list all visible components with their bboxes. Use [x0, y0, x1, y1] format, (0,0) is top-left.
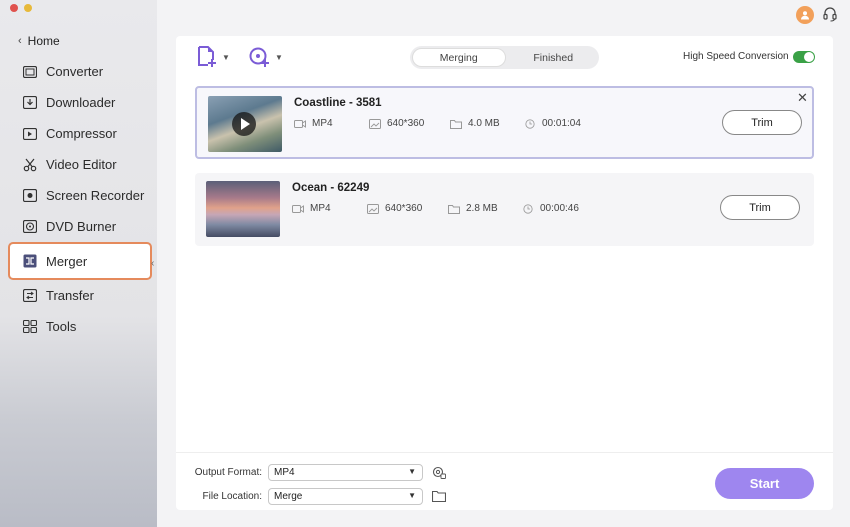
size-value: 4.0 MB [468, 118, 500, 129]
output-format-select[interactable]: MP4 ▼ [268, 464, 423, 481]
file-duration: 00:00:46 [522, 203, 579, 214]
sidebar-item-label: Screen Recorder [46, 188, 145, 203]
folder-icon [448, 204, 460, 214]
start-button[interactable]: Start [715, 468, 814, 499]
file-title: Ocean - 62249 [292, 182, 370, 194]
resolution-value: 640*360 [387, 118, 425, 129]
add-files-button[interactable]: ▼ [196, 46, 230, 68]
resolution-value: 640*360 [385, 203, 423, 214]
user-icon [801, 11, 809, 20]
sidebar-item-tools[interactable]: Tools [10, 311, 150, 342]
window-controls [10, 4, 32, 12]
transfer-icon [22, 288, 37, 303]
duration-value: 00:01:04 [542, 118, 581, 129]
sidebar-item-merger[interactable]: Merger [8, 242, 152, 280]
sidebar-item-compressor[interactable]: Compressor [10, 118, 150, 149]
sidebar-item-downloader[interactable]: Downloader [10, 87, 150, 118]
toolbar: ▼ ▼ Merging Finished High Speed Conversi… [176, 36, 833, 80]
resolution-icon [367, 203, 379, 214]
sidebar-item-label: Downloader [46, 95, 116, 110]
minimize-window-button[interactable] [24, 4, 32, 12]
tools-icon [22, 319, 37, 334]
video-thumbnail[interactable] [206, 181, 280, 237]
sidebar-item-screen-recorder[interactable]: Screen Recorder [10, 180, 150, 211]
high-speed-conversion-label: High Speed Conversion [683, 51, 789, 62]
clock-icon [525, 118, 535, 129]
chevron-down-icon: ▼ [408, 467, 416, 476]
output-format-value: MP4 [274, 467, 295, 478]
sidebar-item-label: Merger [46, 253, 88, 269]
duration-value: 00:00:46 [540, 203, 579, 214]
play-icon[interactable] [232, 112, 256, 136]
sidebar-item-transfer[interactable]: Transfer [10, 280, 150, 311]
chevron-down-icon: ▼ [408, 491, 416, 500]
merge-status-tabs: Merging Finished [410, 46, 599, 69]
file-format: MP4 [294, 118, 333, 129]
add-dvd-button[interactable]: ▼ [249, 46, 283, 68]
folder-icon [450, 119, 462, 129]
merger-panel: ▼ ▼ Merging Finished High Speed Conversi… [176, 36, 833, 510]
tab-merging[interactable]: Merging [412, 48, 506, 67]
sidebar-item-video-editor[interactable]: Video Editor [10, 149, 150, 180]
file-resolution: 640*360 [367, 203, 422, 214]
format-settings-icon[interactable] [432, 466, 446, 479]
sidebar-item-dvd-burner[interactable]: DVD Burner [10, 211, 150, 242]
sidebar-item-label: Video Editor [46, 157, 117, 172]
sidebar-item-label: Compressor [46, 126, 117, 141]
file-size: 4.0 MB [450, 118, 500, 129]
chevron-down-icon: ▼ [275, 52, 283, 62]
collapse-sidebar-icon[interactable]: ‹ [151, 258, 154, 269]
open-folder-icon[interactable] [431, 490, 447, 503]
video-editor-icon [22, 157, 37, 172]
trim-button[interactable]: Trim [720, 195, 800, 220]
format-value: MP4 [310, 203, 331, 214]
compressor-icon [22, 126, 37, 141]
close-window-button[interactable] [10, 4, 18, 12]
file-title: Coastline - 3581 [294, 97, 382, 109]
add-file-icon [198, 46, 216, 67]
high-speed-conversion-toggle[interactable] [793, 51, 815, 63]
file-format: MP4 [292, 203, 331, 214]
sidebar-item-label: Transfer [46, 288, 94, 303]
file-item[interactable]: Ocean - 62249 MP4 640*360 2.8 MB 00:00:4… [195, 173, 814, 246]
output-format-label: Output Format: [194, 467, 262, 478]
file-location-label: File Location: [202, 491, 262, 502]
screen-recorder-icon [22, 188, 37, 203]
file-duration: 00:01:04 [524, 118, 581, 129]
home-link[interactable]: ‹ Home [18, 34, 60, 48]
footer: Output Format: MP4 ▼ File Location: Merg… [176, 452, 833, 510]
trim-button[interactable]: Trim [722, 110, 802, 135]
dvd-icon [22, 219, 37, 234]
downloader-icon [22, 95, 37, 110]
format-value: MP4 [312, 118, 333, 129]
resolution-icon [369, 118, 381, 129]
file-item[interactable]: Coastline - 3581 MP4 640*360 4.0 MB 00:0… [195, 86, 814, 159]
close-icon[interactable]: ✕ [797, 90, 808, 106]
tab-finished[interactable]: Finished [508, 46, 600, 69]
file-size: 2.8 MB [448, 203, 498, 214]
file-location-select[interactable]: Merge ▼ [268, 488, 423, 505]
chevron-left-icon: ‹ [18, 35, 22, 47]
sidebar-item-converter[interactable]: Converter [10, 56, 150, 87]
merger-icon [22, 254, 37, 269]
clock-icon [523, 203, 533, 214]
home-label: Home [27, 34, 60, 48]
video-format-icon [294, 119, 306, 128]
file-location-value: Merge [274, 491, 303, 502]
file-resolution: 640*360 [369, 118, 424, 129]
video-format-icon [292, 204, 304, 213]
headset-icon[interactable] [822, 6, 838, 24]
sidebar-item-label: DVD Burner [46, 219, 117, 234]
sidebar-nav: Converter Downloader Compressor Video Ed… [8, 56, 152, 342]
converter-icon [22, 64, 37, 79]
chevron-down-icon: ▼ [222, 52, 230, 62]
user-avatar[interactable] [796, 6, 814, 24]
size-value: 2.8 MB [466, 203, 498, 214]
video-thumbnail[interactable] [208, 96, 282, 152]
add-dvd-icon [249, 47, 269, 67]
sidebar-item-label: Converter [46, 64, 104, 79]
sidebar: ‹ Home Converter Downloader Compressor V… [0, 0, 157, 527]
sidebar-item-label: Tools [46, 319, 77, 334]
